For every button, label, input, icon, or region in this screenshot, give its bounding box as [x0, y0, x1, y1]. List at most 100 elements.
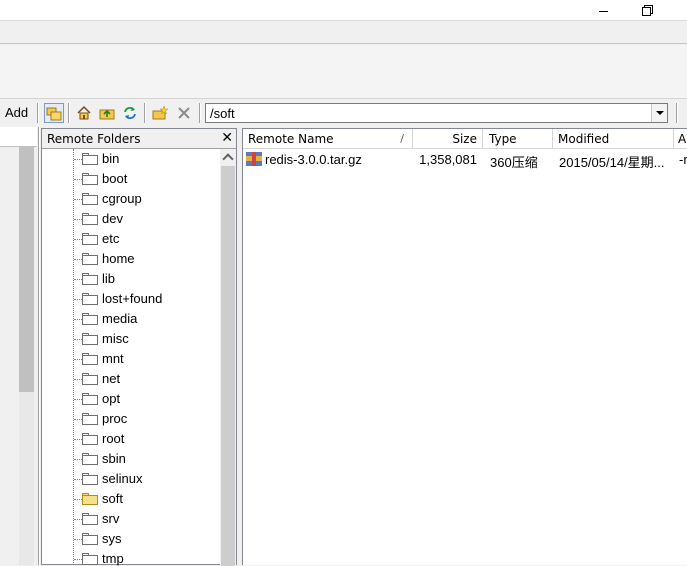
- column-header-type[interactable]: Type: [483, 129, 553, 149]
- remote-folders-title: Remote Folders: [47, 132, 141, 146]
- tree-item-proc[interactable]: proc: [42, 409, 220, 429]
- tree-item-media[interactable]: media: [42, 309, 220, 329]
- remote-folders-pane: Remote Folders ✕ bin boot cgroup dev etc home…: [41, 128, 237, 566]
- tree-connector: [74, 239, 82, 240]
- tree-item-label: tmp: [102, 551, 124, 566]
- tree-item-home[interactable]: home: [42, 249, 220, 269]
- toolbar-separator: [37, 103, 38, 123]
- folder-icon: [82, 333, 98, 345]
- tree-item-cgroup[interactable]: cgroup: [42, 189, 220, 209]
- tree-item-label: soft: [102, 491, 123, 506]
- tree-item-label: sys: [102, 531, 122, 546]
- left-pane-scrollbar-thumb[interactable]: [19, 147, 34, 392]
- minimize-button[interactable]: [588, 0, 618, 20]
- column-header-attributes-label: A: [678, 132, 687, 146]
- tree-connector: [74, 299, 82, 300]
- remote-path-combobox[interactable]: /soft: [205, 103, 668, 123]
- left-pane-scrollbar[interactable]: [19, 147, 34, 565]
- tree-connector: [74, 439, 82, 440]
- delete-button[interactable]: [174, 103, 194, 123]
- file-size-cell: 1,358,081: [419, 152, 477, 167]
- remote-path-value: /soft: [210, 106, 235, 121]
- tree-connector: [74, 499, 82, 500]
- tree-item-soft[interactable]: soft: [42, 489, 220, 509]
- file-name-cell: redis-3.0.0.tar.gz: [265, 152, 362, 167]
- toolbar-separator: [676, 103, 677, 123]
- delete-icon: [178, 107, 190, 119]
- tree-item-label: srv: [102, 511, 120, 526]
- folder-icon: [82, 153, 98, 165]
- column-header-size-label: Size: [452, 132, 477, 146]
- refresh-button[interactable]: [120, 103, 140, 123]
- refresh-icon: [124, 107, 136, 119]
- tree-item-sbin[interactable]: sbin: [42, 449, 220, 469]
- scroll-up-arrow-icon[interactable]: [220, 149, 236, 165]
- tree-item-sys[interactable]: sys: [42, 529, 220, 549]
- tree-item-net[interactable]: net: [42, 369, 220, 389]
- tree-connector: [74, 419, 82, 420]
- tree-connector: [74, 259, 82, 260]
- toolbar-area: [0, 45, 687, 99]
- folder-icon: [82, 213, 98, 225]
- file-attributes-cell: -r: [679, 152, 687, 167]
- tree-item-opt[interactable]: opt: [42, 389, 220, 409]
- tree-item-lost-found[interactable]: lost+found: [42, 289, 220, 309]
- folder-tree-scrollbar[interactable]: [220, 149, 236, 566]
- tree-item-tmp[interactable]: tmp: [42, 549, 220, 566]
- tree-item-label: opt: [102, 391, 121, 406]
- tree-item-srv[interactable]: srv: [42, 509, 220, 529]
- tree-item-dev[interactable]: dev: [42, 209, 220, 229]
- add-button[interactable]: Add: [5, 105, 28, 120]
- folder-icon: [82, 233, 98, 245]
- tree-item-root[interactable]: root: [42, 429, 220, 449]
- tree-connector: [74, 399, 82, 400]
- parent-folder-button[interactable]: [97, 103, 117, 123]
- tree-item-label: etc: [102, 231, 120, 246]
- tree-item-etc[interactable]: etc: [42, 229, 220, 249]
- archive-file-icon: [246, 152, 262, 166]
- left-pane-edge: [0, 127, 37, 565]
- tree-item-boot[interactable]: boot: [42, 169, 220, 189]
- pane-divider[interactable]: [38, 127, 40, 565]
- column-header-modified[interactable]: Modified: [553, 129, 674, 149]
- tree-connector: [74, 479, 82, 480]
- column-header-name[interactable]: Remote Name /: [243, 129, 413, 149]
- folder-icon: [82, 413, 98, 425]
- tree-item-misc[interactable]: misc: [42, 329, 220, 349]
- tree-connector: [74, 459, 82, 460]
- minimize-icon: [598, 10, 608, 12]
- folder-icon: [82, 193, 98, 205]
- toolbar-separator: [68, 103, 69, 123]
- file-modified-cell: 2015/05/14/星期...: [559, 155, 665, 170]
- chevron-down-icon[interactable]: [651, 104, 667, 122]
- remote-files-pane: Remote Name / Size Type Modified A redis…: [242, 128, 687, 565]
- tree-item-lib[interactable]: lib: [42, 269, 220, 289]
- close-icon[interactable]: ✕: [221, 130, 233, 146]
- toolbar-separator: [144, 103, 145, 123]
- tree-connector: [74, 539, 82, 540]
- remote-toolbar: Add /soft: [0, 100, 687, 126]
- tree-item-mnt[interactable]: mnt: [42, 349, 220, 369]
- column-header-size[interactable]: Size: [413, 129, 483, 149]
- folder-icon: [82, 453, 98, 465]
- table-row[interactable]: redis-3.0.0.tar.gz 1,358,081 360压缩 2015/…: [243, 149, 687, 170]
- column-header-modified-label: Modified: [558, 132, 610, 146]
- folder-tree: bin boot cgroup dev etc home lib lost+found medi…: [42, 149, 220, 566]
- tree-connector: [74, 199, 82, 200]
- folder-up-icon: [99, 109, 115, 120]
- home-button[interactable]: [74, 103, 94, 123]
- folder-tree-scrollbar-thumb[interactable]: [221, 166, 235, 566]
- tree-connector: [74, 279, 82, 280]
- tree-item-selinux[interactable]: selinux: [42, 469, 220, 489]
- tree-item-label: proc: [102, 411, 128, 426]
- new-folder-button[interactable]: [150, 103, 170, 123]
- folder-tree-toggle-button[interactable]: [44, 103, 64, 123]
- column-header-attributes[interactable]: A: [674, 129, 687, 149]
- folder-icon: [82, 313, 98, 325]
- tree-item-label: lib: [102, 271, 116, 286]
- sort-indicator: /: [400, 132, 404, 145]
- tree-item-label: home: [102, 251, 135, 266]
- tree-item-bin[interactable]: bin: [42, 149, 220, 169]
- restore-button[interactable]: [632, 0, 662, 20]
- tree-item-label: net: [102, 371, 121, 386]
